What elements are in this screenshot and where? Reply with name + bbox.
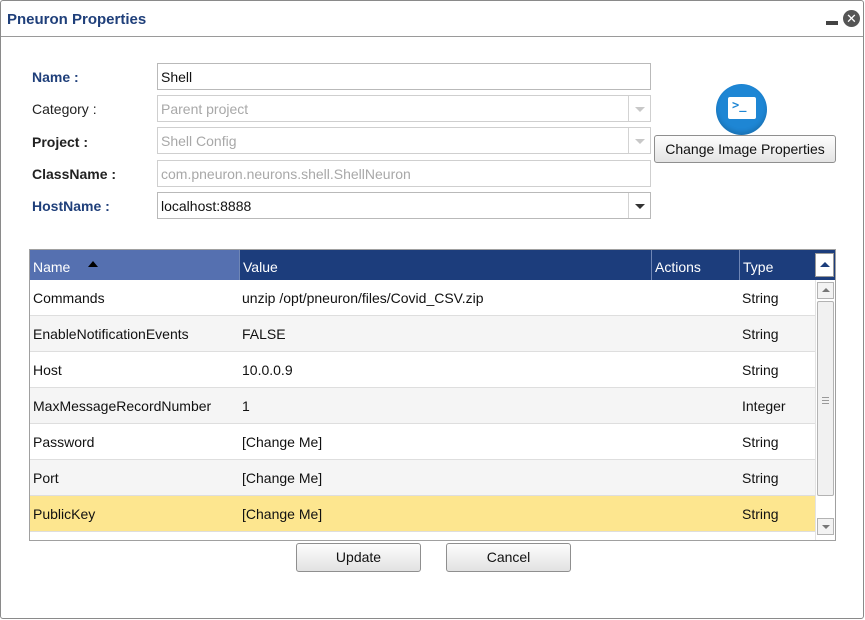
cell-type: String — [742, 434, 779, 450]
name-label: Name : — [32, 69, 79, 85]
cell-name: Port — [33, 470, 59, 486]
cell-name: PublicKey — [33, 506, 96, 522]
sort-ascending-icon — [88, 261, 98, 267]
scroll-down-icon[interactable] — [817, 518, 834, 535]
column-menu-icon[interactable] — [815, 253, 834, 277]
table-row[interactable]: Port [Change Me] String — [30, 460, 815, 496]
hostname-value: localhost:8888 — [161, 198, 252, 214]
properties-grid: Name Value Actions Type Commands unzip /… — [29, 249, 836, 541]
cell-value[interactable]: [Change Me] — [242, 470, 322, 486]
cell-value[interactable]: 10.0.0.9 — [242, 362, 293, 378]
title-bar[interactable]: Pneuron Properties ✕ — [1, 1, 863, 37]
cell-name: Commands — [33, 290, 105, 306]
cell-type: String — [742, 506, 779, 522]
category-value: Parent project — [161, 101, 249, 117]
update-button[interactable]: Update — [296, 543, 421, 572]
cell-type: String — [742, 290, 779, 306]
cell-value[interactable]: 1 — [242, 398, 250, 414]
cell-value[interactable]: FALSE — [242, 326, 286, 342]
table-row[interactable]: Password [Change Me] String — [30, 424, 815, 460]
hostname-select[interactable]: localhost:8888 — [157, 192, 651, 219]
scrollbar-thumb[interactable] — [817, 301, 834, 496]
cell-value[interactable]: [Change Me] — [242, 434, 322, 450]
table-row[interactable]: Commands unzip /opt/pneuron/files/Covid_… — [30, 280, 815, 316]
change-image-properties-button[interactable]: Change Image Properties — [654, 135, 836, 163]
grid-header: Name Value Actions Type — [30, 250, 835, 280]
minimize-icon[interactable] — [825, 13, 839, 27]
cell-type: Integer — [742, 398, 786, 414]
table-row[interactable]: EnableNotificationEvents FALSE String — [30, 316, 815, 352]
pneuron-properties-dialog: Pneuron Properties ✕ Name : Shell Catego… — [0, 0, 864, 619]
project-dropdown-icon — [628, 128, 650, 153]
close-icon[interactable]: ✕ — [843, 10, 860, 27]
column-header-actions[interactable]: Actions — [652, 250, 740, 280]
cell-type: String — [742, 362, 779, 378]
cell-name: Password — [33, 434, 95, 450]
terminal-icon[interactable]: >_ — [716, 84, 767, 135]
category-select: Parent project — [157, 95, 651, 122]
cell-value[interactable]: [Change Me] — [242, 506, 322, 522]
classname-field: com.pneuron.neurons.shell.ShellNeuron — [157, 160, 651, 187]
terminal-glyph: >_ — [732, 98, 747, 112]
hostname-dropdown-icon[interactable] — [628, 193, 650, 218]
cell-name: EnableNotificationEvents — [33, 326, 189, 342]
cell-value[interactable]: unzip /opt/pneuron/files/Covid_CSV.zip — [242, 290, 484, 306]
cell-type: String — [742, 326, 779, 342]
classname-label: ClassName : — [32, 166, 117, 182]
column-header-type[interactable]: Type — [740, 250, 815, 280]
cell-name: MaxMessageRecordNumber — [33, 398, 212, 414]
cancel-button[interactable]: Cancel — [446, 543, 571, 572]
cell-name: Host — [33, 362, 62, 378]
name-field[interactable]: Shell — [157, 63, 651, 90]
grid-scrollbar[interactable] — [815, 280, 835, 540]
category-label: Category : — [32, 101, 97, 117]
column-header-value[interactable]: Value — [240, 250, 652, 280]
project-label: Project : — [32, 134, 89, 150]
table-row-selected[interactable]: PublicKey [Change Me] String — [30, 496, 815, 532]
category-dropdown-icon — [628, 96, 650, 121]
scroll-up-icon[interactable] — [817, 282, 834, 299]
table-row[interactable]: MaxMessageRecordNumber 1 Integer — [30, 388, 815, 424]
column-header-name[interactable]: Name — [30, 250, 240, 280]
project-select: Shell Config — [157, 127, 651, 154]
table-row[interactable]: Host 10.0.0.9 String — [30, 352, 815, 388]
project-value: Shell Config — [161, 133, 237, 149]
dialog-title: Pneuron Properties — [7, 11, 147, 28]
cell-type: String — [742, 470, 779, 486]
hostname-label: HostName : — [32, 198, 110, 214]
